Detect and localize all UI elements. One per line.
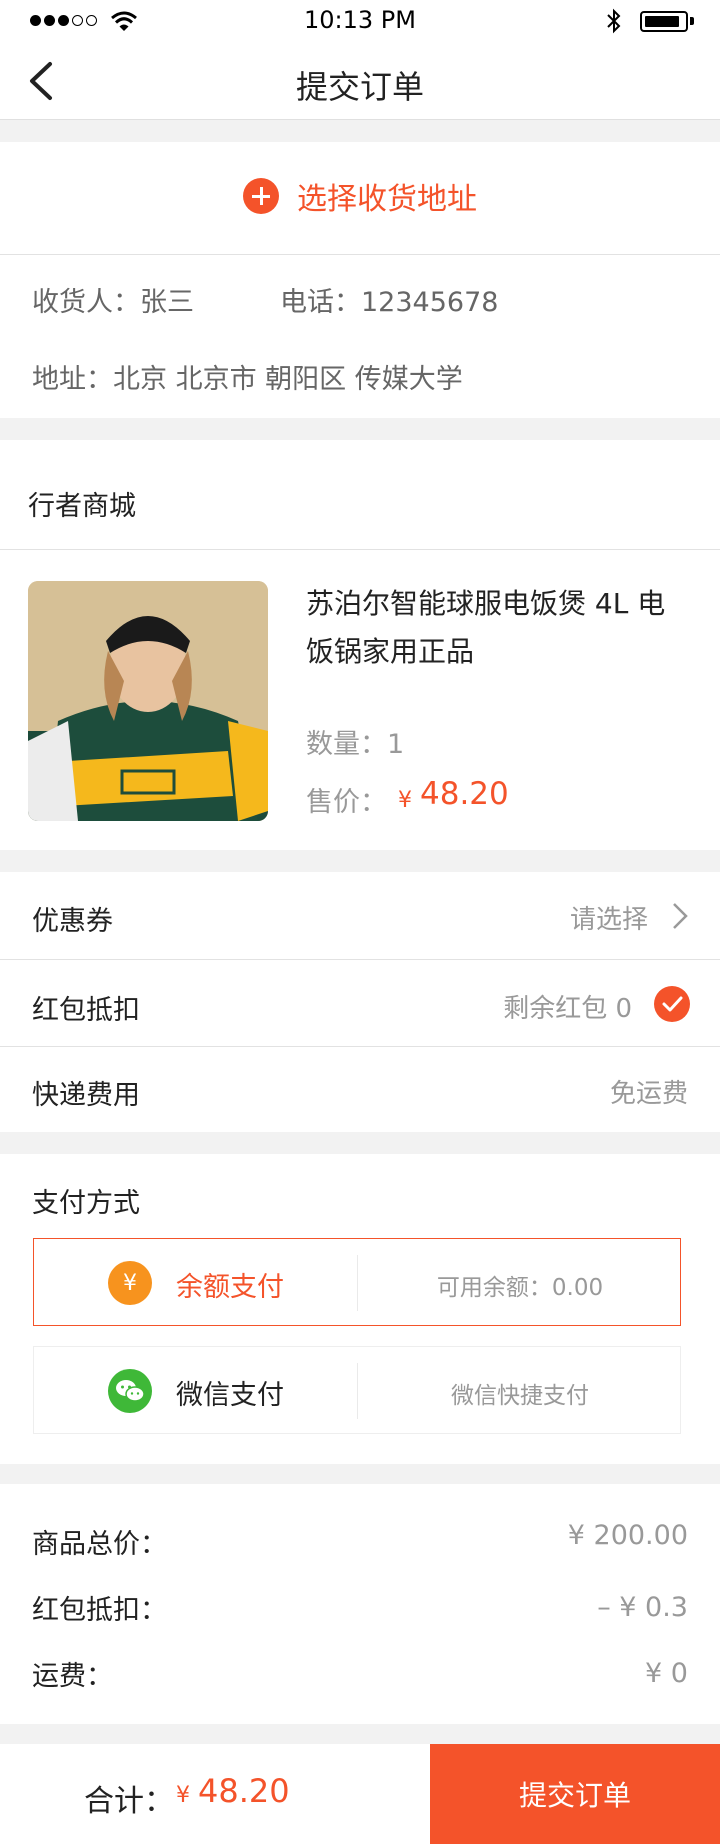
goods-total-label: 商品总价：	[32, 1529, 167, 1560]
coupon-value: 请选择	[569, 905, 648, 935]
battery-icon	[640, 11, 688, 32]
redpacket-check-icon[interactable]	[654, 986, 690, 1022]
page-title: 提交订单	[295, 68, 424, 106]
product-image[interactable]	[28, 581, 268, 821]
recipient-name: 收货人：张三	[32, 287, 194, 318]
wechat-icon	[108, 1369, 152, 1413]
submit-order-button[interactable]: 提交订单	[430, 1744, 720, 1844]
product-quantity: 数量：1	[306, 729, 405, 760]
product-price-currency: ¥	[398, 788, 412, 813]
product-title[interactable]: 苏泊尔智能球服电饭煲 4L 电饭锅家用正品	[306, 580, 686, 676]
coupon-label: 优惠券	[32, 906, 113, 937]
payment-option-balance[interactable]: ¥ 余额支付 可用余额：0.00	[33, 1238, 681, 1326]
goods-total-value: ¥ 200.00	[567, 1520, 688, 1551]
shipping-label: 快递费用	[32, 1080, 140, 1111]
shipping-value: 免运费	[609, 1079, 688, 1109]
payment-option-name: 微信支付	[176, 1380, 284, 1411]
recipient-phone: 电话：12345678	[280, 287, 499, 318]
redpacket-label: 红包抵扣	[32, 995, 140, 1026]
payment-option-desc: 微信快捷支付	[451, 1383, 589, 1409]
payment-option-name: 余额支付	[176, 1272, 284, 1303]
redpacket-deduction-label: 红包抵扣：	[32, 1595, 167, 1626]
chevron-right-icon	[673, 903, 688, 929]
yuan-icon: ¥	[108, 1261, 152, 1305]
redpacket-remaining: 剩余红包 0	[503, 994, 632, 1024]
redpacket-deduction-value: – ¥ 0.3	[597, 1592, 688, 1623]
store-name: 行者商城	[28, 491, 136, 522]
select-address-button[interactable]: 选择收货地址	[0, 166, 720, 226]
recipient-address: 地址：北京 北京市 朝阳区 传媒大学	[32, 364, 463, 395]
bluetooth-icon	[607, 8, 621, 34]
payment-option-desc: 可用余额：0.00	[436, 1275, 604, 1301]
product-price-label: 售价：	[306, 787, 387, 818]
total-currency: ¥	[176, 1783, 190, 1808]
shipping-fee-label: 运费：	[32, 1661, 113, 1692]
product-price: 48.20	[420, 776, 509, 812]
payment-title: 支付方式	[32, 1188, 140, 1219]
payment-option-wechat[interactable]: 微信支付 微信快捷支付	[33, 1346, 681, 1434]
total-label: 合计：	[84, 1784, 174, 1819]
plus-icon	[243, 178, 279, 214]
shipping-fee-value: ¥ 0	[645, 1658, 688, 1689]
total-amount: 48.20	[198, 1772, 290, 1810]
